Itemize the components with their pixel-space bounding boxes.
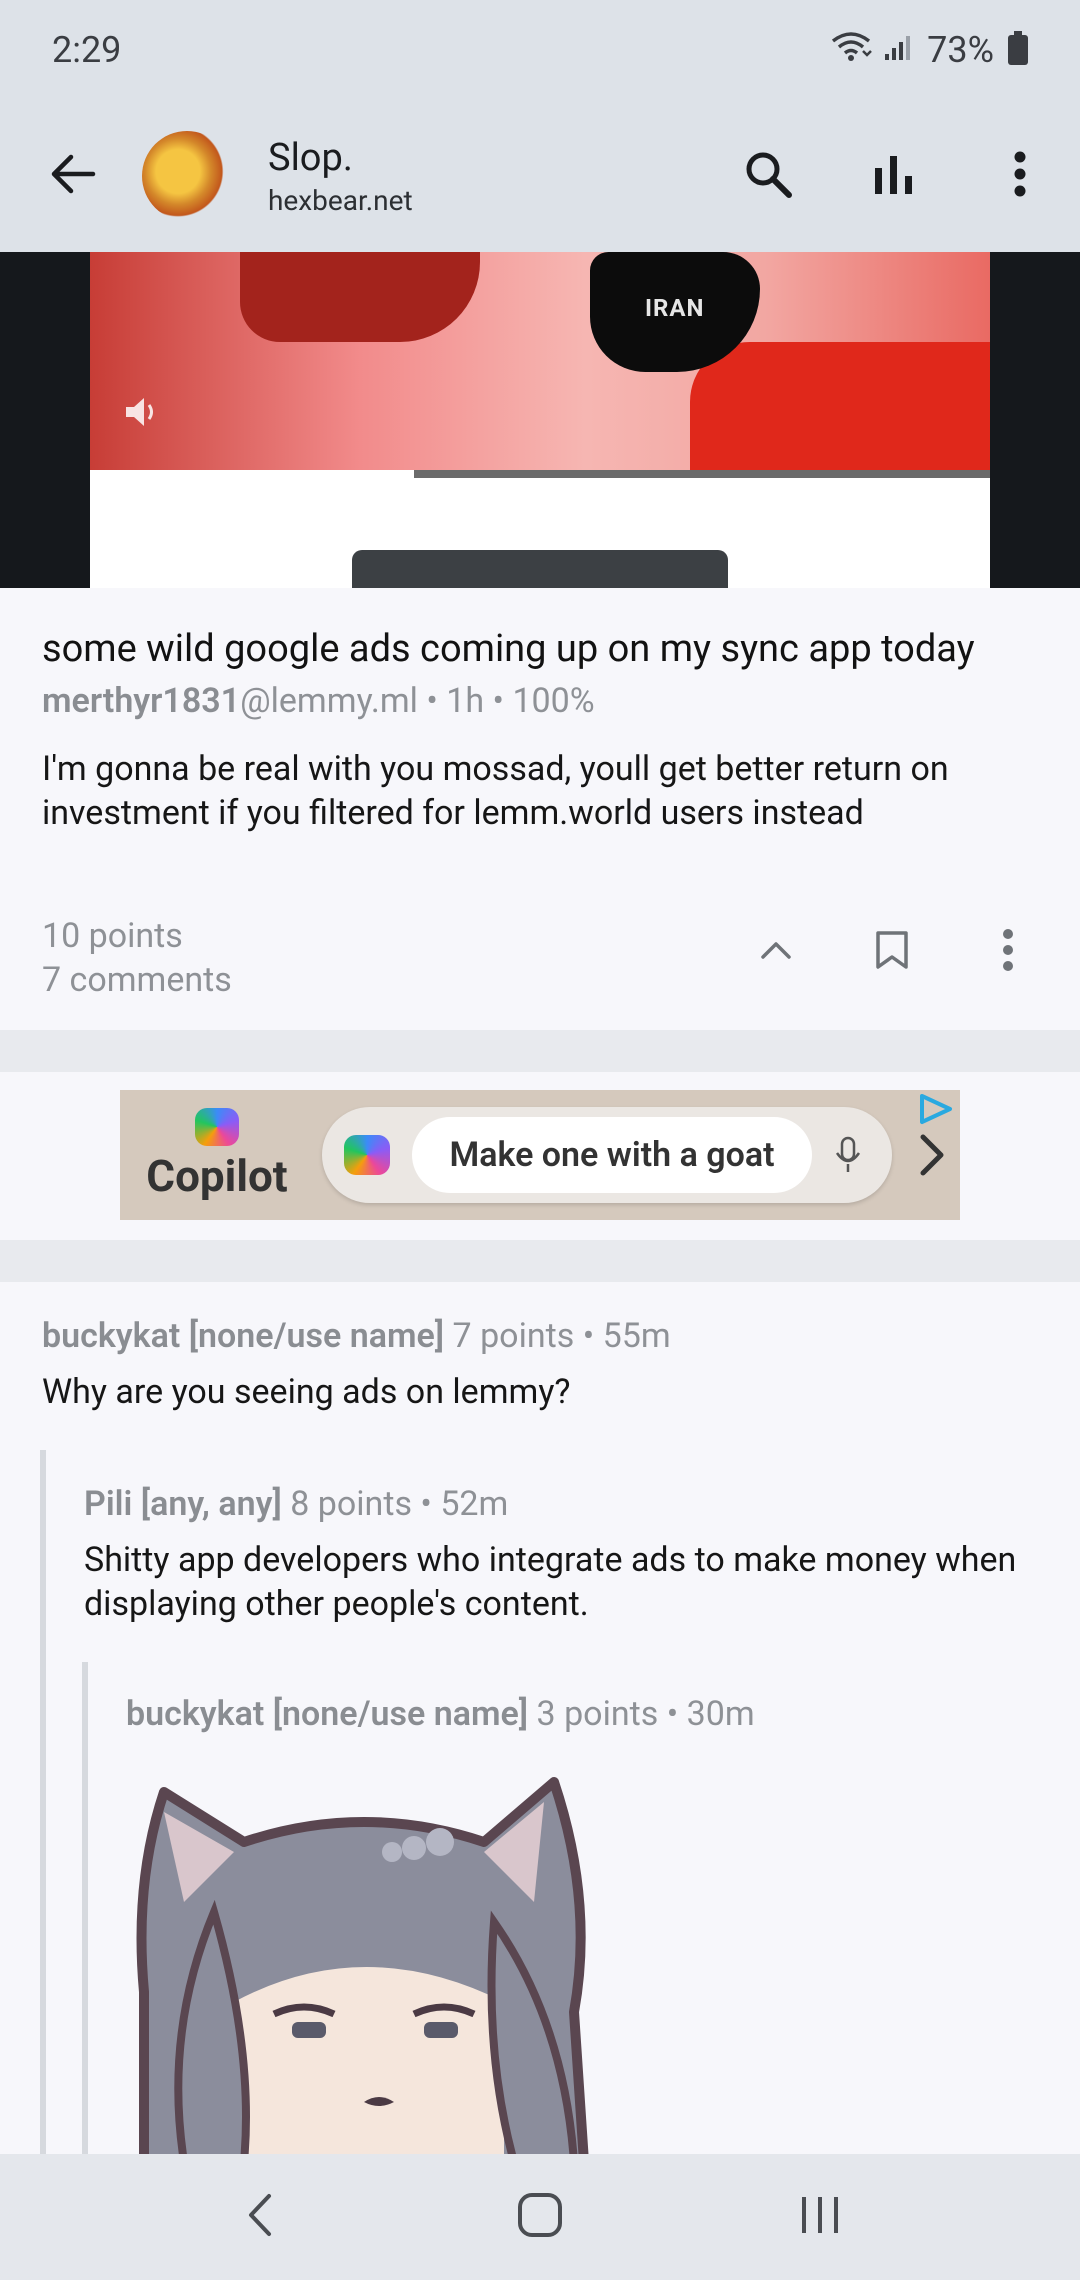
chevron-right-icon[interactable] [912, 1125, 952, 1185]
section-divider [0, 1240, 1080, 1282]
status-bar: 2:29 73% [0, 0, 1080, 100]
bookmark-icon [875, 930, 909, 974]
comment[interactable]: buckykat [none/use name] 3 points • 30m [126, 1694, 1026, 1734]
map-label: IRAN [645, 294, 705, 322]
search-icon [743, 149, 793, 203]
copilot-logo-icon [195, 1108, 239, 1146]
mic-icon [828, 1135, 868, 1175]
comment-body: Why are you seeing ads on lemmy? [42, 1372, 571, 1412]
post-actions [742, 918, 1042, 986]
comment-score-time: 8 points • 52m [281, 1484, 509, 1524]
video-progress-track[interactable] [90, 470, 990, 478]
ad-choices-icon[interactable] [916, 1092, 956, 1126]
status-icons: 73% [829, 29, 1028, 72]
ad-brand-name: Copilot [146, 1150, 288, 1202]
nav-recents-icon [799, 2194, 841, 2240]
map-region-dark [240, 252, 480, 342]
post-body: I'm gonna be real with you mossad, youll… [42, 749, 949, 833]
post-meta: merthyr1831@lemmy.ml • 1h • 100% [42, 681, 1038, 721]
back-button[interactable] [38, 141, 108, 211]
nav-recents-button[interactable] [770, 2167, 870, 2267]
title-block: Slop. hexbear.net [268, 136, 413, 217]
ad-block: Copilot Make one with a goat [0, 1072, 1080, 1240]
community-instance: hexbear.net [268, 183, 413, 217]
map-screenshot: IRAN [90, 252, 990, 588]
battery-percent: 73% [927, 29, 994, 71]
comment-score-time: 7 points • 55m [444, 1316, 671, 1356]
nav-home-button[interactable] [490, 2167, 590, 2267]
copilot-logo-icon [344, 1135, 390, 1175]
copilot-brand: Copilot [132, 1108, 302, 1202]
ad-prompt-pill[interactable]: Make one with a goat [322, 1107, 892, 1203]
post-title[interactable]: some wild google ads coming up on my syn… [42, 624, 1038, 675]
back-arrow-icon [49, 152, 97, 200]
upvote-icon [760, 940, 792, 964]
comments-section: buckykat [none/use name] 7 points • 55m … [0, 1282, 1080, 2154]
upvote-button[interactable] [742, 918, 810, 986]
comment-author[interactable]: Pili [any, any] [84, 1484, 282, 1524]
nav-back-button[interactable] [210, 2167, 310, 2267]
comment[interactable]: Pili [any, any] 8 points • 52m Shitty ap… [84, 1484, 1034, 1626]
more-vert-icon [1002, 928, 1014, 976]
comment-meta: Pili [any, any] 8 points • 52m [84, 1484, 1034, 1524]
app-bar-actions [732, 100, 1056, 252]
thread-line [40, 1450, 46, 2154]
post-stats: 10 points 7 comments [42, 914, 232, 1002]
map-caption-button [352, 550, 728, 588]
system-nav-bar [0, 2154, 1080, 2280]
post-points: 10 points [42, 916, 183, 956]
status-time: 2:29 [52, 29, 122, 71]
search-button[interactable] [732, 140, 804, 212]
post-media[interactable]: IRAN [0, 252, 1080, 588]
overflow-menu-button[interactable] [984, 140, 1056, 212]
wifi-icon [829, 29, 873, 72]
comment[interactable]: buckykat [none/use name] 7 points • 55m … [42, 1316, 1042, 1414]
comment-author[interactable]: buckykat [none/use name] [42, 1316, 444, 1356]
map-image: IRAN [90, 252, 990, 474]
nav-back-icon [245, 2192, 275, 2242]
sort-button[interactable] [858, 140, 930, 212]
more-vert-icon [1013, 151, 1027, 201]
post-instance: @lemmy.ml [240, 681, 418, 721]
post-author[interactable]: merthyr1831 [42, 681, 240, 721]
ad-banner[interactable]: Copilot Make one with a goat [120, 1090, 960, 1220]
nav-home-icon [517, 2192, 563, 2242]
comment-image[interactable] [124, 1752, 604, 2154]
post-more-button[interactable] [974, 918, 1042, 986]
comment-meta: buckykat [none/use name] 3 points • 30m [126, 1694, 1026, 1734]
ad-prompt-text: Make one with a goat [412, 1117, 812, 1193]
comment-score-time: 3 points • 30m [528, 1694, 755, 1734]
comment-meta: buckykat [none/use name] 7 points • 55m [42, 1316, 1042, 1356]
post-meta-rest: • 1h • 100% [417, 681, 595, 721]
video-progress-fill [90, 470, 414, 478]
app-bar: Slop. hexbear.net [0, 100, 1080, 252]
battery-icon [1008, 31, 1028, 65]
signal-icon [883, 29, 917, 71]
bar-chart-icon [872, 152, 916, 200]
comment-body: Shitty app developers who integrate ads … [84, 1540, 1017, 1624]
bookmark-button[interactable] [858, 918, 926, 986]
post-comment-count[interactable]: 7 comments [42, 958, 232, 1002]
map-region-red [690, 342, 990, 474]
post-card[interactable]: some wild google ads coming up on my syn… [0, 588, 1080, 1030]
comment-author[interactable]: buckykat [none/use name] [126, 1694, 528, 1734]
volume-icon [120, 392, 160, 436]
community-title: Slop. [268, 135, 353, 180]
thread-line [82, 1662, 88, 2154]
section-divider [0, 1030, 1080, 1072]
community-avatar[interactable] [142, 131, 232, 221]
